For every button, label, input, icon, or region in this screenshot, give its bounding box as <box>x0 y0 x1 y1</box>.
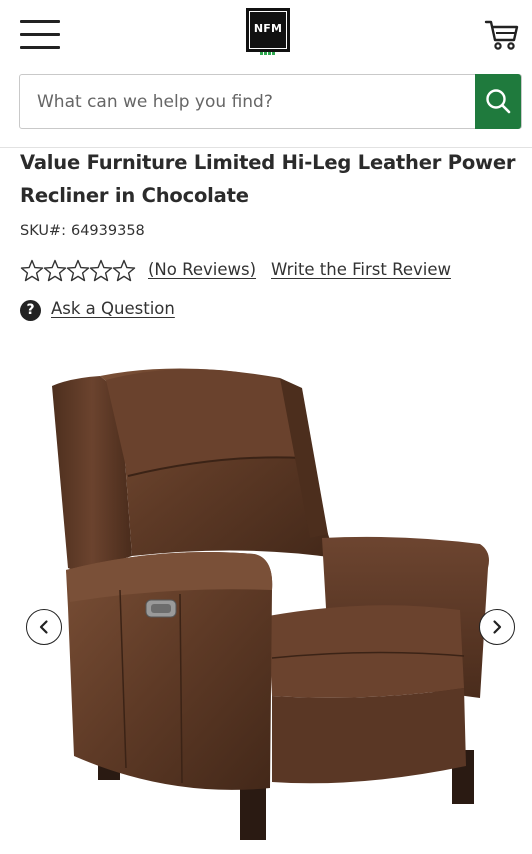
star-rating[interactable] <box>20 258 140 284</box>
product-title: Value Furniture Limited Hi-Leg Leather P… <box>20 151 516 207</box>
logo-text: NFM <box>253 22 283 35</box>
rating-row: (No Reviews) Write the First Review <box>20 258 520 284</box>
sku-value: 64939358 <box>70 223 145 239</box>
write-review-link[interactable]: Write the First Review <box>271 260 451 279</box>
chevron-right-icon <box>493 620 502 634</box>
star-empty-icon <box>112 259 136 282</box>
star-empty-icon <box>66 259 90 282</box>
no-reviews-link[interactable]: (No Reviews) <box>148 260 256 279</box>
star-empty-icon <box>43 259 67 282</box>
search-button[interactable] <box>475 74 521 129</box>
question-circle-icon: ? <box>20 300 41 321</box>
search-bar <box>19 74 522 129</box>
star-empty-icon <box>20 259 44 282</box>
product-sku: SKU#: 64939358 <box>20 223 145 239</box>
search-icon <box>486 89 511 114</box>
carousel-next-button[interactable] <box>479 609 515 645</box>
shopping-cart-icon[interactable] <box>484 18 520 52</box>
recliner-illustration <box>52 368 489 840</box>
ask-question-link[interactable]: Ask a Question <box>51 299 175 318</box>
ask-question-row: ? Ask a Question <box>20 298 220 322</box>
chevron-left-icon <box>39 620 48 634</box>
sku-label: SKU#: <box>20 223 66 239</box>
nfm-logo[interactable]: NFM <box>246 8 290 55</box>
site-header: NFM <box>0 0 532 148</box>
search-input[interactable] <box>20 75 476 128</box>
hamburger-menu-icon[interactable] <box>20 20 60 50</box>
carousel-prev-button[interactable] <box>26 609 62 645</box>
star-empty-icon <box>89 259 113 282</box>
product-image[interactable] <box>40 358 500 848</box>
